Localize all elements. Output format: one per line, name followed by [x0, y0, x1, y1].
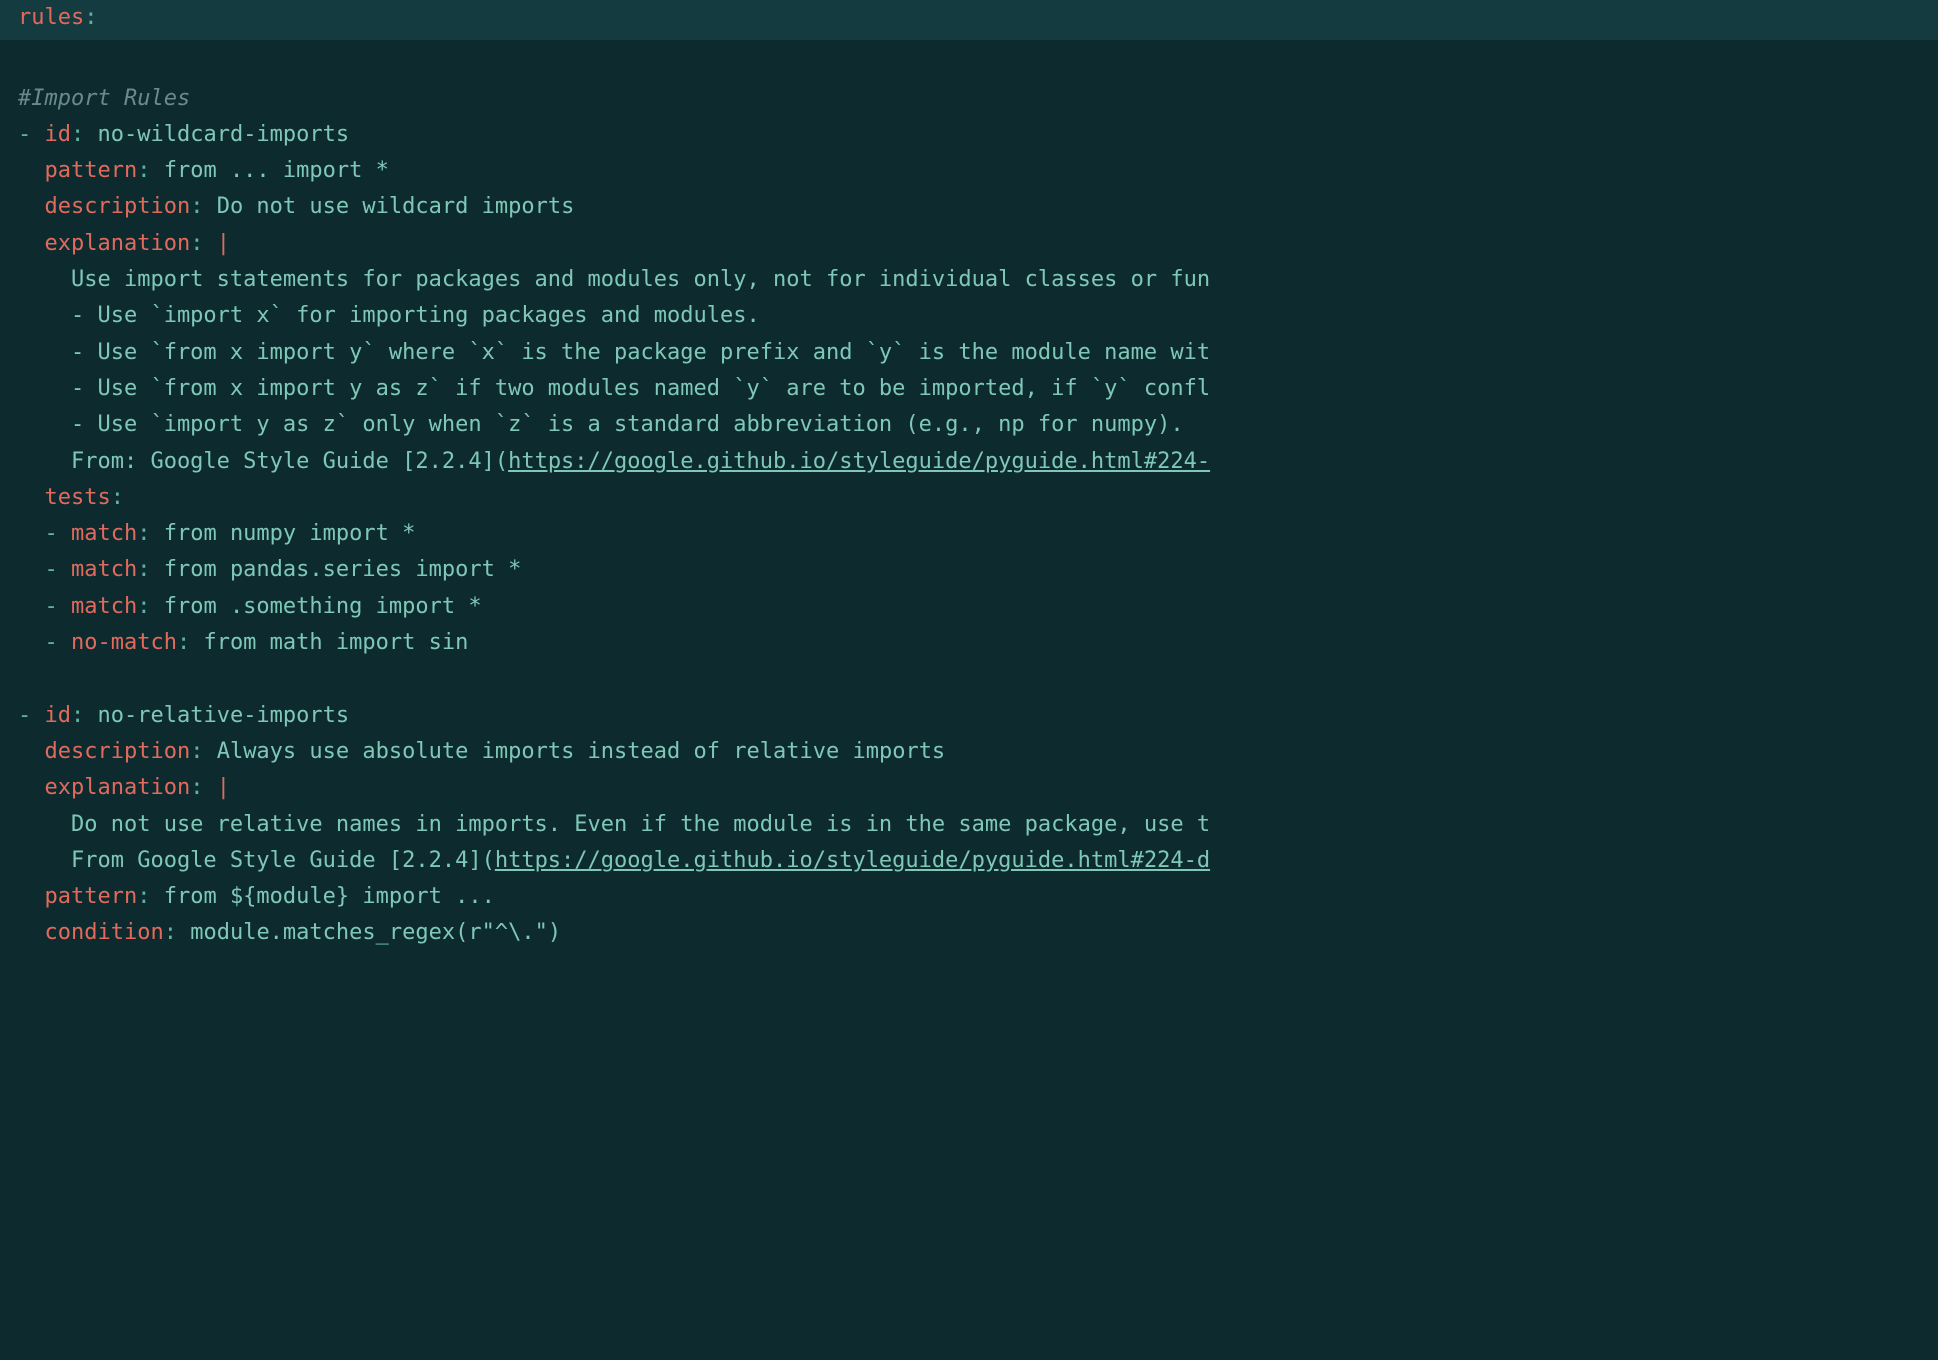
yaml-key-match: match	[71, 557, 137, 582]
explanation-line: - Use `import x` for importing packages …	[18, 303, 760, 328]
blank-line	[18, 661, 1920, 697]
yaml-key-match: match	[71, 521, 137, 546]
highlighted-line[interactable]: rules:	[0, 0, 1938, 40]
yaml-key-id: id	[45, 122, 72, 147]
yaml-key-match: match	[71, 594, 137, 619]
yaml-key-pattern: pattern	[45, 884, 138, 909]
explanation-line: Do not use relative names in imports. Ev…	[18, 812, 1210, 837]
yaml-key-pattern: pattern	[45, 158, 138, 183]
yaml-key-id: id	[45, 703, 72, 728]
yaml-key-description: description	[45, 739, 191, 764]
yaml-key-rules: rules	[18, 5, 84, 30]
yaml-key-explanation: explanation	[45, 231, 191, 256]
styleguide-link[interactable]: https://google.github.io/styleguide/pygu…	[495, 848, 1210, 873]
code-editor[interactable]: rules: #Import Rules - id: no-wildcard-i…	[0, 0, 1938, 952]
yaml-key-no-match: no-match	[71, 630, 177, 655]
styleguide-link[interactable]: https://google.github.io/styleguide/pygu…	[508, 449, 1210, 474]
yaml-key-description: description	[45, 194, 191, 219]
yaml-key-tests: tests	[45, 485, 111, 510]
blank-line	[18, 44, 1920, 80]
yaml-key-condition: condition	[45, 920, 164, 945]
explanation-line: - Use `from x import y` where `x` is the…	[18, 340, 1210, 365]
editor-content[interactable]: #Import Rules - id: no-wildcard-imports …	[0, 40, 1938, 951]
explanation-line: Use import statements for packages and m…	[18, 267, 1210, 292]
explanation-line: - Use `import y as z` only when `z` is a…	[18, 412, 1184, 437]
yaml-key-explanation: explanation	[45, 775, 191, 800]
explanation-line: - Use `from x import y as z` if two modu…	[18, 376, 1210, 401]
comment-import-rules: #Import Rules	[18, 86, 190, 111]
